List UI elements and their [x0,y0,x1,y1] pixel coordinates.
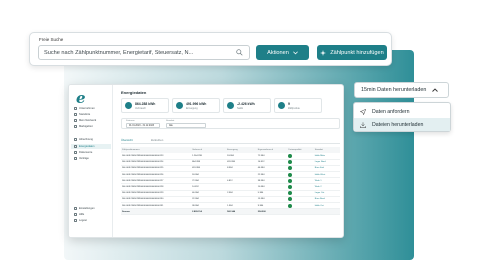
kpi-label: Verbrauch [135,107,146,110]
kpi-label: Erzeugung [186,107,198,110]
kpi-card: -2.426 kWh Saldo [223,98,271,113]
footer-cell [287,208,314,216]
search-input[interactable]: Suche nach Zählpunktnummer, Energietarif… [38,45,250,60]
search-icon [236,49,243,56]
page-title: Energiedaten [121,90,147,95]
help-icon [74,213,77,216]
actions-button[interactable]: Aktionen [256,45,309,60]
sidebar-item-vertraege[interactable]: Verträge [74,157,89,160]
footer-cell: 234.900 [256,208,288,216]
meter-icon [278,102,285,109]
sun-icon [176,102,183,109]
sidebar-item-label: Logout [79,219,87,222]
table-footer-row: Summe 2.828.314 562.344 234.900 [121,208,340,216]
gear-icon [74,207,77,210]
footer-cell: 562.344 [226,208,257,216]
footer-cell [313,208,340,216]
kpi-value: 491.996 kWh [186,102,207,106]
chart-icon [74,144,77,148]
sidebar-item-label: Energiedaten [79,144,95,148]
sidebar-item-label: Abrechnung [79,138,93,141]
date-range-input[interactable]: 01.01.2023 - 31.12.2023 [126,123,160,128]
sidebar-item-marktgebiet[interactable]: Marktgebiet [74,125,93,128]
add-meter-label: Zählpunkt hinzufügen [330,49,384,56]
map-icon [74,125,77,128]
menu-item-label: Daten anfordern [372,108,410,115]
search-card: Freie Suche Suche nach Zählpunktnummer, … [29,32,392,66]
actions-label: Aktionen [267,49,289,56]
bolt-icon [125,102,132,109]
tab-divider [121,143,340,144]
meter-table: Zählpunktnummer Verbrauch Erzeugung Eigenve… [121,147,340,216]
sidebar-item-energiedaten[interactable]: Energiedaten [71,144,111,149]
filter-label: Zeitraum [126,120,135,122]
download-15min-button[interactable]: 15min Daten herunterladen [354,82,449,98]
kpi-value: -2.426 kWh [237,102,255,106]
send-icon [360,108,366,115]
sidebar-item-einstellungen[interactable]: Einstellungen [74,207,95,210]
kpi-label: Zählpunkte [288,107,300,110]
footer-cell: Summe [121,208,192,216]
location-select[interactable]: Alle [166,123,206,128]
check-icon [288,185,293,190]
sidebar-item-label: Einstellungen [79,207,95,210]
menu-item-download-files[interactable]: Dateien herunterladen [354,118,450,131]
footer-cell: 2.828.314 [191,208,227,216]
check-icon [288,191,293,196]
logout-icon [74,219,77,222]
kpi-value: 9 [288,102,290,106]
sidebar-item-label: Verträge [79,157,89,160]
search-label: Freie Suche [39,37,64,42]
sidebar-item-standorte[interactable]: Standorte [74,113,90,116]
svg-text:e: e [76,90,86,106]
invoice-icon [74,138,77,141]
document-icon [74,151,77,154]
check-icon [288,166,293,171]
download-menu: Daten anfordern Dateien herunterladen [353,102,451,132]
sidebar: e Unternehmen Standorte Mein Netzwerk Ma… [69,85,113,237]
kpi-card: 9 Zählpunkte [274,98,322,113]
kpi-card: 491.996 kWh Erzeugung [172,98,220,113]
building-icon [74,107,77,110]
search-placeholder: Suche nach Zählpunktnummer, Energietarif… [44,50,194,56]
check-icon [288,203,293,208]
sidebar-item-unternehmen[interactable]: Unternehmen [74,107,95,110]
download-15min-label: 15min Daten herunterladen [361,87,427,93]
kpi-value: 864.288 kWh [135,102,156,106]
sidebar-item-label: Mein Netzwerk [79,119,97,122]
kpi-label: Saldo [237,107,244,110]
balance-icon [227,102,234,109]
menu-item-label: Dateien herunterladen [372,121,424,128]
sidebar-item-netzwerk[interactable]: Mein Netzwerk [74,119,96,122]
location-icon [74,113,77,116]
download-icon [360,121,366,128]
sidebar-item-logout[interactable]: Logout [74,219,87,222]
main-content: Energiedaten 864.288 kWh Verbrauch 491.99… [115,85,343,237]
sidebar-item-label: Unternehmen [79,107,95,110]
app-window: e Unternehmen Standorte Mein Netzwerk Ma… [68,84,344,238]
filter-bar: Zeitraum 01.01.2023 - 31.12.2023 Standor… [121,118,340,129]
filter-label: Standort [166,120,175,122]
check-icon [288,178,293,183]
sidebar-item-abrechnung[interactable]: Abrechnung [74,138,93,141]
chevron-up-icon [432,88,439,92]
sidebar-item-hilfe[interactable]: Hilfe [74,213,84,216]
sparkle-icon [320,49,327,56]
check-icon [288,153,293,158]
kpi-card: 864.288 kWh Verbrauch [121,98,169,113]
sidebar-item-label: Standorte [79,113,91,116]
check-icon [288,160,293,165]
network-icon [74,119,77,122]
chevron-down-icon [293,50,298,54]
company-logo: e [76,90,86,106]
add-meter-button[interactable]: Zählpunkt hinzufügen [317,45,387,60]
sidebar-item-dokumente[interactable]: Dokumente [74,151,92,154]
menu-item-request-data[interactable]: Daten anfordern [354,105,450,118]
contract-icon [74,157,77,160]
sidebar-item-label: Hilfe [79,213,85,216]
sidebar-item-label: Marktgebiet [79,125,93,128]
check-icon [288,197,293,202]
check-icon [288,172,293,177]
sidebar-item-label: Dokumente [79,151,93,154]
